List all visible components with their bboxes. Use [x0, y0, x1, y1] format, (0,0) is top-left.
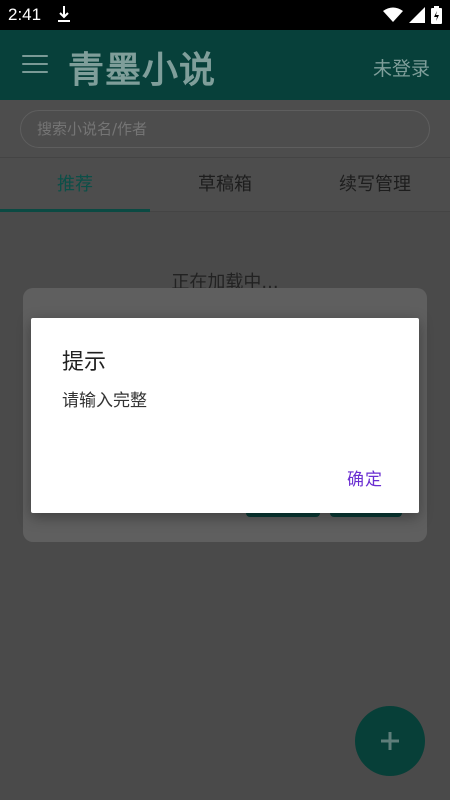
status-time: 2:41	[8, 5, 42, 24]
tab-recommend[interactable]: 推荐	[0, 158, 150, 212]
signal-icon	[409, 7, 425, 23]
app-bar: 青墨小说 未登录	[0, 30, 450, 100]
search-area	[0, 100, 450, 158]
tab-indicator	[0, 209, 150, 212]
alert-dialog: 提示 请输入完整 确定	[31, 318, 419, 513]
dialog-message: 请输入完整	[62, 391, 147, 411]
search-input[interactable]	[37, 120, 407, 138]
download-icon	[58, 6, 70, 22]
app-title: 青墨小说	[68, 50, 217, 91]
search-box[interactable]	[20, 110, 430, 148]
tab-bar: 推荐 草稿箱 续写管理	[0, 158, 450, 212]
dialog-title: 提示	[62, 350, 107, 375]
wifi-icon	[383, 7, 403, 22]
add-button[interactable]	[355, 706, 425, 776]
confirm-button[interactable]: 确定	[347, 465, 383, 490]
tab-continuation[interactable]: 续写管理	[300, 158, 450, 212]
plus-icon	[381, 732, 399, 750]
status-bar: 2:41	[0, 0, 450, 30]
login-button[interactable]: 未登录	[373, 54, 430, 81]
status-icons	[383, 6, 442, 24]
menu-icon[interactable]	[22, 55, 48, 75]
battery-icon	[431, 6, 442, 24]
tab-drafts[interactable]: 草稿箱	[150, 158, 300, 212]
